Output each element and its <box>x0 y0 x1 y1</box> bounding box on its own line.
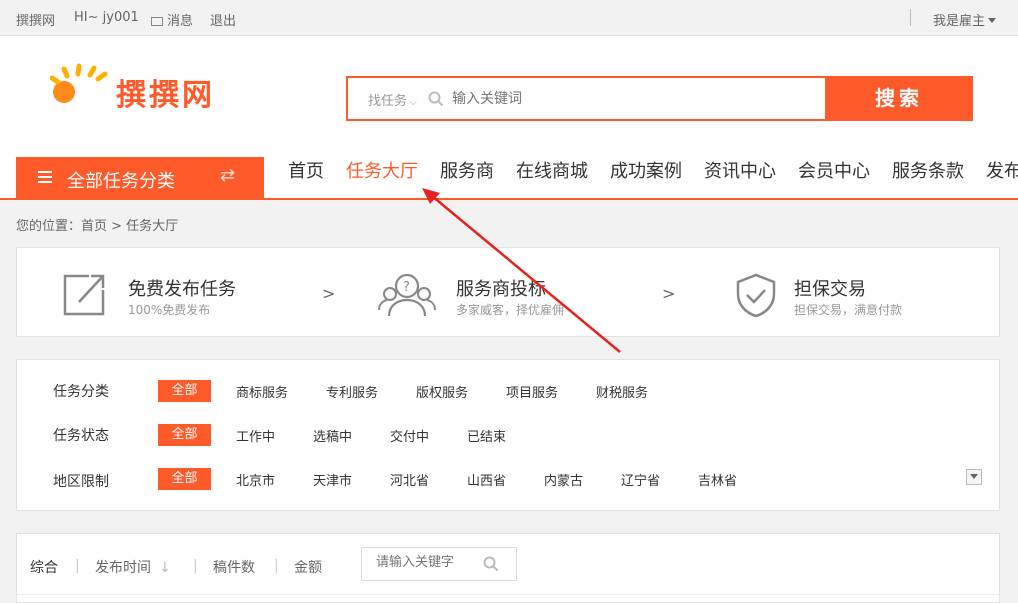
divider: | <box>193 558 198 574</box>
sort-submission-count[interactable]: 稿件数 <box>213 557 255 577</box>
divider: | <box>274 558 279 574</box>
all-categories-button[interactable]: 全部任务分类 ⇄ <box>16 157 264 198</box>
all-categories-label: 全部任务分类 <box>67 171 175 192</box>
step-subtitle: 担保交易，满意付款 <box>794 303 903 317</box>
nav-terms[interactable]: 服务条款 <box>881 157 975 187</box>
step-title: 担保交易 <box>794 279 866 300</box>
filter-option[interactable]: 工作中 <box>236 426 275 445</box>
step-title: 服务商投标 <box>456 279 546 300</box>
arrow-right-icon: > <box>662 284 676 303</box>
filter-panel: 任务分类 全部 商标服务 专利服务 版权服务 项目服务 财税服务 任务状态 全部… <box>16 359 1000 511</box>
arrow-down-icon: ↓ <box>159 560 171 576</box>
nav-home[interactable]: 首页 <box>277 157 335 187</box>
filter-all-button[interactable]: 全部 <box>158 380 211 402</box>
main-nav: 首页 任务大厅 服务商 在线商城 成功案例 资讯中心 会员中心 服务条款 发布 <box>277 157 1018 198</box>
top-bar: 撰撰网 HI~ jy001 消息 退出 我是雇主 <box>0 0 1018 36</box>
users-question-icon: ? <box>378 273 436 317</box>
search-type-label: 找任务 <box>368 94 408 109</box>
filter-option[interactable]: 天津市 <box>313 470 352 489</box>
site-name-link[interactable]: 撰撰网 <box>16 10 55 29</box>
keyword-input[interactable] <box>376 555 476 570</box>
step-publish: 免费发布任务 100%免费发布 > <box>17 248 347 338</box>
nav-success-cases[interactable]: 成功案例 <box>599 157 693 187</box>
nav-news-center[interactable]: 资讯中心 <box>693 157 787 187</box>
step-guarantee: 担保交易 担保交易，满意付款 <box>717 248 1001 338</box>
divider: | <box>75 558 80 574</box>
step-subtitle: 100%免费发布 <box>128 303 211 317</box>
filter-option[interactable]: 辽宁省 <box>621 470 660 489</box>
divider <box>17 594 999 595</box>
search-type-select[interactable]: 找任务 ⌵ <box>368 90 417 109</box>
logout-link[interactable]: 退出 <box>210 10 236 29</box>
filter-all-button[interactable]: 全部 <box>158 424 211 446</box>
keyword-search-box <box>361 547 517 581</box>
filter-option[interactable]: 商标服务 <box>236 382 288 401</box>
search-icon[interactable] <box>483 556 499 572</box>
role-dropdown[interactable]: 我是雇主 <box>933 10 997 29</box>
sort-publish-time[interactable]: 发布时间 ↓ <box>95 557 171 577</box>
filter-label: 地区限制 <box>53 474 109 490</box>
filter-option[interactable]: 河北省 <box>390 470 429 489</box>
nav-task-hall[interactable]: 任务大厅 <box>335 157 429 187</box>
expand-regions-button[interactable] <box>966 469 982 485</box>
step-bid: ? 服务商投标 多家威客，择优雇佣 > <box>347 248 677 338</box>
filter-row-region: 地区限制 全部 北京市 天津市 河北省 山西省 内蒙古 辽宁省 吉林省 <box>17 467 1001 491</box>
sun-logo-icon <box>49 63 108 103</box>
edit-export-icon <box>63 274 105 316</box>
messages-link[interactable]: 消息 <box>151 10 193 29</box>
nav-service-providers[interactable]: 服务商 <box>429 157 505 187</box>
filter-option[interactable]: 项目服务 <box>506 382 558 401</box>
sort-overall[interactable]: 综合 <box>30 557 58 577</box>
messages-label: 消息 <box>167 14 194 29</box>
search-button[interactable]: 搜索 <box>825 76 973 121</box>
menu-icon <box>38 171 52 183</box>
filter-option[interactable]: 版权服务 <box>416 382 468 401</box>
sort-publish-time-label: 发布时间 <box>95 560 151 576</box>
step-title: 免费发布任务 <box>128 279 236 300</box>
search-bar: 找任务 ⌵ 搜索 <box>346 76 973 121</box>
role-label: 我是雇主 <box>933 14 986 29</box>
process-steps: 免费发布任务 100%免费发布 > ? 服务商投标 多家威客，择优雇佣 > 担保… <box>16 247 1000 337</box>
filter-label: 任务分类 <box>53 384 109 400</box>
sort-bar: 综合 | 发布时间 ↓ | 稿件数 | 金额 <box>16 533 1000 603</box>
filter-label: 任务状态 <box>53 428 109 444</box>
search-input[interactable] <box>452 87 812 111</box>
nav-member-center[interactable]: 会员中心 <box>787 157 881 187</box>
step-subtitle: 多家威客，择优雇佣 <box>456 303 565 317</box>
nav-publish[interactable]: 发布 <box>975 157 1018 187</box>
header: 撰撰网 找任务 ⌵ 搜索 全部任务分类 ⇄ 首页任务大厅服务商在线商城成功案例资… <box>0 36 1018 200</box>
user-greeting[interactable]: HI~ jy001 <box>74 10 139 25</box>
svg-text:?: ? <box>403 280 410 295</box>
filter-option[interactable]: 已结束 <box>467 426 506 445</box>
filter-option[interactable]: 专利服务 <box>326 382 378 401</box>
chevron-down-icon <box>988 18 997 23</box>
breadcrumb: 您的位置：首页 > 任务大厅 <box>16 219 179 234</box>
filter-option[interactable]: 山西省 <box>467 470 506 489</box>
topbar-divider <box>910 9 911 26</box>
search-icon <box>428 91 444 107</box>
swap-arrows-icon: ⇄ <box>220 165 236 186</box>
arrow-right-icon: > <box>322 284 336 303</box>
filter-option[interactable]: 内蒙古 <box>544 470 583 489</box>
mail-icon <box>151 17 163 26</box>
shield-check-icon <box>736 273 776 318</box>
filter-option[interactable]: 财税服务 <box>596 382 648 401</box>
filter-all-button[interactable]: 全部 <box>158 468 211 490</box>
filter-option[interactable]: 选稿中 <box>313 426 352 445</box>
filter-option[interactable]: 北京市 <box>236 470 275 489</box>
site-logo[interactable]: 撰撰网 <box>49 62 250 113</box>
sort-amount[interactable]: 金额 <box>294 557 322 577</box>
nav-online-mall[interactable]: 在线商城 <box>505 157 599 187</box>
filter-row-category: 任务分类 全部 商标服务 专利服务 版权服务 项目服务 财税服务 <box>17 379 1001 403</box>
logo-text: 撰撰网 <box>116 78 215 113</box>
filter-row-status: 任务状态 全部 工作中 选稿中 交付中 已结束 <box>17 423 1001 447</box>
filter-option[interactable]: 吉林省 <box>698 470 737 489</box>
filter-option[interactable]: 交付中 <box>390 426 429 445</box>
